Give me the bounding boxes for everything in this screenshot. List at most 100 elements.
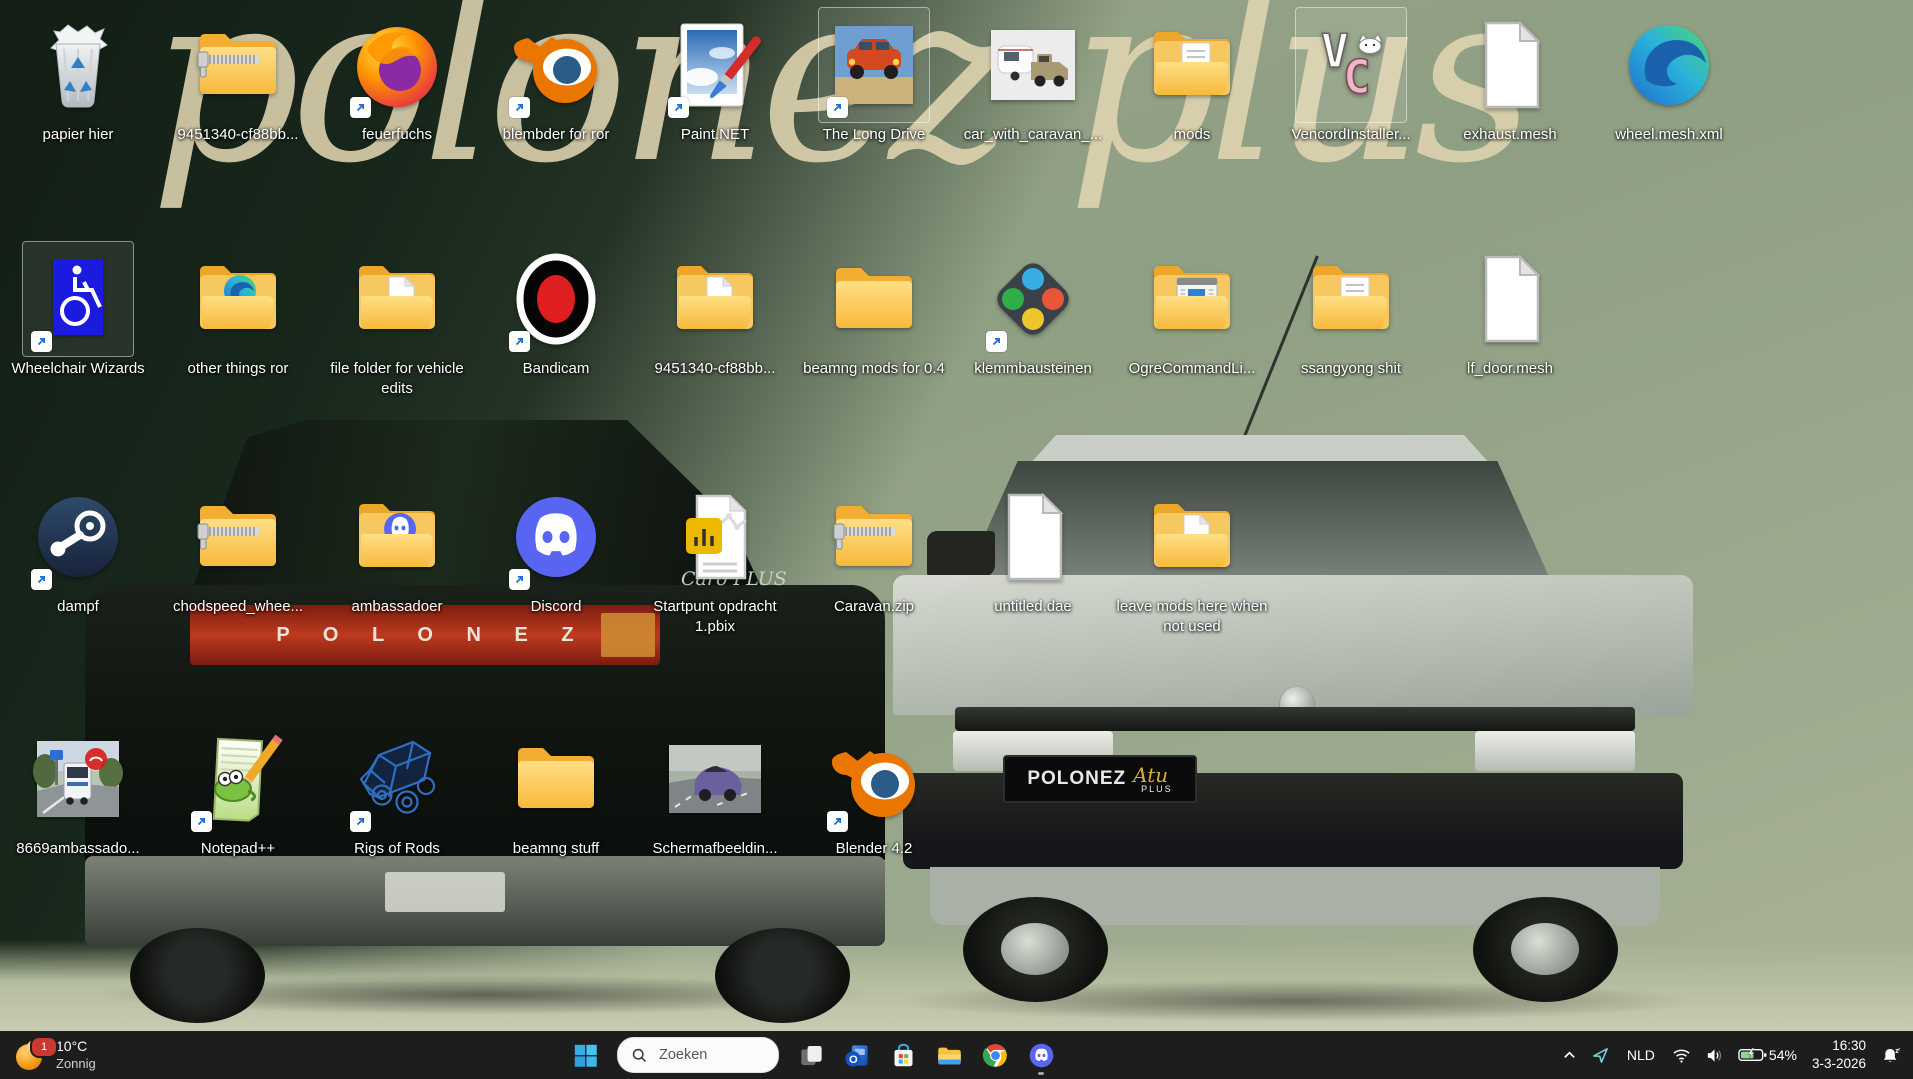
taskbar-center: O bbox=[563, 1031, 1063, 1079]
desktop-icon-exhaust-mesh[interactable]: exhaust.mesh bbox=[1430, 8, 1590, 145]
battery-percent: 54% bbox=[1769, 1047, 1797, 1063]
desktop-icon-9451340-cf88bb[interactable]: 9451340-cf88bb... bbox=[635, 242, 795, 379]
desktop-icon-label: Startpunt opdracht 1.pbix bbox=[639, 597, 791, 636]
weather-sun-icon: 1 bbox=[16, 1040, 46, 1070]
desktop-icon-ambassadoer[interactable]: ambassadoer bbox=[317, 480, 477, 617]
desktop-icon-label: beamng mods for 0.4 bbox=[803, 359, 945, 379]
longdrive-icon bbox=[819, 8, 929, 122]
notification-bell-dnd-icon[interactable]: z z bbox=[1874, 1035, 1909, 1075]
rigsofrods-icon bbox=[342, 722, 452, 836]
svg-text:z: z bbox=[1898, 1046, 1900, 1051]
taskbar-search-box[interactable] bbox=[617, 1037, 779, 1073]
desktop-icon-notepad[interactable]: Notepad++ bbox=[158, 722, 318, 859]
desktop-icon-caravan-zip[interactable]: Caravan.zip bbox=[794, 480, 954, 617]
desktop-icon-label: klemmbausteinen bbox=[974, 359, 1092, 379]
desktop-icon-dampf[interactable]: dampf bbox=[0, 480, 158, 617]
desktop-icon-feuerfuchs[interactable]: feuerfuchs bbox=[317, 8, 477, 145]
desktop-icon-label: file folder for vehicle edits bbox=[321, 359, 473, 398]
desktop-icon-klemmbausteinen[interactable]: klemmbausteinen bbox=[953, 242, 1113, 379]
desktop-icon-label: 9451340-cf88bb... bbox=[178, 125, 299, 145]
shortcut-arrow-icon bbox=[986, 331, 1007, 352]
shortcut-arrow-icon bbox=[350, 811, 371, 832]
desktop-icon-leave-mods-here-when-not-used[interactable]: leave mods here when not used bbox=[1112, 480, 1272, 636]
clock-time: 16:30 bbox=[1812, 1037, 1866, 1055]
battery-indicator[interactable]: 54% bbox=[1731, 1035, 1804, 1075]
search-input[interactable] bbox=[657, 1046, 765, 1064]
tray-location-icon[interactable] bbox=[1584, 1035, 1617, 1075]
shortcut-arrow-icon bbox=[31, 331, 52, 352]
desktop-icon-8669ambassado[interactable]: 8669ambassado... bbox=[0, 722, 158, 859]
taskbar-app-discord[interactable] bbox=[1019, 1033, 1063, 1077]
wifi-icon[interactable] bbox=[1665, 1035, 1698, 1075]
weather-condition: Zonnig bbox=[56, 1056, 96, 1073]
shortcut-arrow-icon bbox=[191, 811, 212, 832]
desktop-icon-the-long-drive[interactable]: The Long Drive bbox=[794, 8, 954, 145]
desktop-icon-ogrecommandli[interactable]: OgreCommandLi... bbox=[1112, 242, 1272, 379]
page-icon bbox=[1455, 8, 1565, 122]
desktop-icon-schermafbeeldin[interactable]: Schermafbeeldin... bbox=[635, 722, 795, 859]
desktop-icon-label: dampf bbox=[57, 597, 99, 617]
taskbar-app-file-explorer[interactable] bbox=[927, 1033, 971, 1077]
page-icon bbox=[1455, 242, 1565, 356]
desktop-icon-label: car_with_caravan_... bbox=[964, 125, 1102, 145]
desktop-icon-9451340-cf88bb[interactable]: 9451340-cf88bb... bbox=[158, 8, 318, 145]
volume-icon[interactable] bbox=[1698, 1035, 1731, 1075]
folder-zip-icon bbox=[183, 8, 293, 122]
desktop-icon-label: Blender 4.2 bbox=[836, 839, 913, 859]
desktop-icon-wheel-mesh-xml[interactable]: wheel.mesh.xml bbox=[1589, 8, 1749, 145]
desktop-icon-label: Bandicam bbox=[523, 359, 590, 379]
desktop-icon-blender-4-2[interactable]: Blender 4.2 bbox=[794, 722, 954, 859]
desktop-icon-untitled-dae[interactable]: untitled.dae bbox=[953, 480, 1113, 617]
desktop-icon-file-folder-for-vehicle-edits[interactable]: file folder for vehicle edits bbox=[317, 242, 477, 398]
shortcut-arrow-icon bbox=[668, 97, 689, 118]
desktop-icon-label: VencordInstaller... bbox=[1291, 125, 1410, 145]
desktop-icon-lf-door-mesh[interactable]: lf_door.mesh bbox=[1430, 242, 1590, 379]
clock-date: 3-3-2026 bbox=[1812, 1055, 1866, 1073]
weather-temperature: 10°C bbox=[56, 1037, 96, 1055]
desktop-icon-blembder-for-ror[interactable]: blembder for ror bbox=[476, 8, 636, 145]
desktop-icon-paint-net[interactable]: Paint.NET bbox=[635, 8, 795, 145]
folder-edge-icon bbox=[183, 242, 293, 356]
desktop-icon-beamng-mods-for-0-4[interactable]: beamng mods for 0.4 bbox=[794, 242, 954, 379]
desktop[interactable]: polonez plus Caro PLUS P O L O N E Z bbox=[0, 0, 1913, 1031]
desktop-icon-label: feuerfuchs bbox=[362, 125, 432, 145]
discord-icon bbox=[501, 480, 611, 594]
shortcut-arrow-icon bbox=[350, 97, 371, 118]
wheelchair-icon bbox=[23, 242, 133, 356]
taskbar-app-task-view[interactable] bbox=[789, 1033, 833, 1077]
weather-widget[interactable]: 1 10°C Zonnig bbox=[0, 1031, 112, 1079]
desktop-icon-startpunt-opdracht-1-pbix[interactable]: Startpunt opdracht 1.pbix bbox=[635, 480, 795, 636]
desktop-icon-label: wheel.mesh.xml bbox=[1615, 125, 1723, 145]
desktop-icon-discord[interactable]: Discord bbox=[476, 480, 636, 617]
svg-text:O: O bbox=[848, 1053, 857, 1065]
desktop-icon-wheelchair-wizards[interactable]: Wheelchair Wizards bbox=[0, 242, 158, 379]
tray-language-indicator[interactable]: NLD bbox=[1617, 1035, 1665, 1075]
desktop-icon-bandicam[interactable]: Bandicam bbox=[476, 242, 636, 379]
tray-chevron-up-icon[interactable] bbox=[1555, 1035, 1584, 1075]
system-tray: NLD bbox=[1555, 1031, 1909, 1079]
folder-page-icon bbox=[342, 242, 452, 356]
shortcut-arrow-icon bbox=[509, 331, 530, 352]
desktop-icon-rigs-of-rods[interactable]: Rigs of Rods bbox=[317, 722, 477, 859]
paintnet-icon bbox=[660, 8, 770, 122]
taskbar-app-chrome[interactable] bbox=[973, 1033, 1017, 1077]
windows-logo-icon bbox=[572, 1042, 599, 1069]
studio-icon bbox=[978, 242, 1088, 356]
taskbar-app-microsoft-store[interactable] bbox=[881, 1033, 925, 1077]
desktop-icon-mods[interactable]: mods bbox=[1112, 8, 1272, 145]
desktop-icon-label: Discord bbox=[531, 597, 582, 617]
desktop-icon-chodspeed-whee[interactable]: chodspeed_whee... bbox=[158, 480, 318, 617]
desktop-icon-other-things-ror[interactable]: other things ror bbox=[158, 242, 318, 379]
tray-clock[interactable]: 16:30 3-3-2026 bbox=[1804, 1037, 1874, 1072]
taskbar-app-outlook[interactable]: O bbox=[835, 1033, 879, 1077]
desktop-icon-papier-hier[interactable]: papier hier bbox=[0, 8, 158, 145]
desktop-icon-vencordinstaller[interactable]: VCVencordInstaller... bbox=[1271, 8, 1431, 145]
screen: polonez plus Caro PLUS P O L O N E Z bbox=[0, 0, 1913, 1079]
desktop-icon-car-with-caravan[interactable]: car_with_caravan_... bbox=[953, 8, 1113, 145]
desktop-icon-ssangyong-shit[interactable]: ssangyong shit bbox=[1271, 242, 1431, 379]
start-button[interactable] bbox=[563, 1033, 607, 1077]
desktop-icon-label: lf_door.mesh bbox=[1467, 359, 1553, 379]
photo-car-icon bbox=[660, 722, 770, 836]
desktop-icon-beamng-stuff[interactable]: beamng stuff bbox=[476, 722, 636, 859]
folder-zip-icon bbox=[819, 480, 929, 594]
